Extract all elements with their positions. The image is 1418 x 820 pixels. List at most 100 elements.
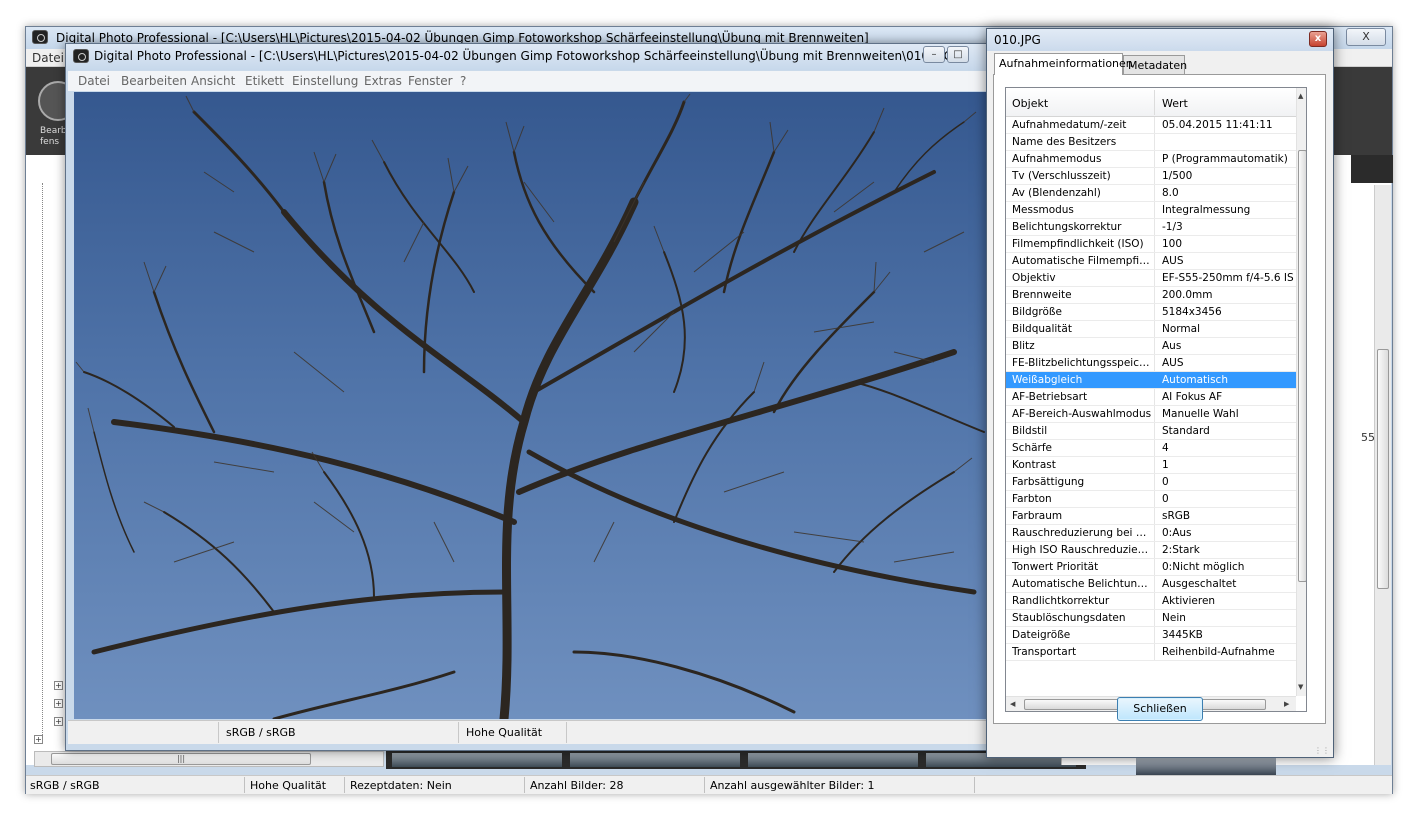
menu-fenster[interactable]: Fenster — [408, 74, 453, 88]
scroll-left-icon[interactable]: ◀ — [1010, 700, 1015, 708]
scroll-up-icon[interactable]: ▲ — [1298, 92, 1303, 100]
list-item[interactable]: Blitz Aus — [1006, 338, 1296, 355]
list-item-key: FE-Blitzbelichtungsspeicher... — [1012, 357, 1152, 369]
tree-expand-icon[interactable]: + — [54, 699, 63, 708]
list-item[interactable]: Randlichtkorrektur Aktivieren — [1006, 593, 1296, 610]
list-item-key: Messmodus — [1012, 204, 1074, 216]
scroll-down-icon[interactable]: ▼ — [1298, 683, 1303, 691]
right-toolbar — [1351, 155, 1393, 183]
list-item[interactable]: Bildgröße 5184x3456 — [1006, 304, 1296, 321]
list-item[interactable]: Objektiv EF-S55-250mm f/4-5.6 IS II — [1006, 270, 1296, 287]
menu-einstellung[interactable]: Einstellung — [292, 74, 358, 88]
thumbnail[interactable] — [748, 753, 918, 767]
main-close-button[interactable]: X — [1346, 28, 1386, 46]
dialog-title-bar[interactable]: 010.JPG x — [987, 29, 1333, 51]
close-button[interactable]: Schließen — [1117, 697, 1203, 721]
viewer-title-bar[interactable]: Digital Photo Professional - [C:\Users\H… — [66, 44, 994, 70]
column-header-objekt[interactable]: Objekt — [1012, 97, 1048, 110]
column-header-wert[interactable]: Wert — [1162, 97, 1188, 110]
list-item-value: 0:Nicht möglich — [1162, 561, 1245, 573]
list-item[interactable]: AF-Bereich-Auswahlmodus Manuelle Wahl — [1006, 406, 1296, 423]
tree-expand-icon[interactable]: + — [54, 717, 63, 726]
list-item[interactable]: Brennweite 200.0mm — [1006, 287, 1296, 304]
list-item[interactable]: Farbton 0 — [1006, 491, 1296, 508]
menu-etikett[interactable]: Etikett — [245, 74, 284, 88]
list-item-value: Nein — [1162, 612, 1186, 624]
list-item[interactable]: Aufnahmedatum/-zeit 05.04.2015 11:41:11 — [1006, 117, 1296, 134]
list-item[interactable]: Tonwert Priorität 0:Nicht möglich — [1006, 559, 1296, 576]
list-item[interactable]: Bildstil Standard — [1006, 423, 1296, 440]
tree-horizontal-scrollbar[interactable]: ||| — [34, 751, 384, 767]
scroll-thumb[interactable] — [1298, 150, 1306, 582]
menu-bearbeiten[interactable]: Bearbeiten — [121, 74, 187, 88]
list-item[interactable]: Av (Blendenzahl) 8.0 — [1006, 185, 1296, 202]
list-item[interactable]: Rauschreduzierung bei Lan... 0:Aus — [1006, 525, 1296, 542]
right-vertical-scrollbar[interactable] — [1374, 185, 1391, 765]
scroll-thumb[interactable]: ||| — [51, 753, 311, 765]
minimize-button[interactable]: – — [923, 46, 945, 63]
list-item-value: EF-S55-250mm f/4-5.6 IS II — [1162, 272, 1296, 284]
list-item-value: sRGB — [1162, 510, 1191, 522]
list-item[interactable]: Belichtungskorrektur -1/3 — [1006, 219, 1296, 236]
list-item-value: 1 — [1162, 459, 1169, 471]
list-item-value: 05.04.2015 11:41:11 — [1162, 119, 1273, 131]
list-item[interactable]: Schärfe 4 — [1006, 440, 1296, 457]
thumbnail[interactable] — [570, 753, 740, 767]
list-item-key: Belichtungskorrektur — [1012, 221, 1122, 233]
photo-view[interactable] — [74, 92, 988, 719]
list-item[interactable]: Messmodus Integralmessung — [1006, 202, 1296, 219]
tree-expand-icon[interactable]: + — [54, 681, 63, 690]
maximize-button[interactable]: □ — [947, 46, 969, 63]
menu-ansicht[interactable]: Ansicht — [191, 74, 235, 88]
list-vertical-scrollbar[interactable]: ▲ ▼ — [1296, 88, 1306, 696]
scroll-right-icon[interactable]: ▶ — [1284, 700, 1289, 708]
menu-datei[interactable]: Datei — [78, 74, 110, 88]
list-item[interactable]: AF-Betriebsart AI Fokus AF — [1006, 389, 1296, 406]
list-item-key: Aufnahmemodus — [1012, 153, 1102, 165]
list-item-key: Objektiv — [1012, 272, 1056, 284]
list-item-value: 2:Stark — [1162, 544, 1200, 556]
list-item[interactable]: Transportart Reihenbild-Aufnahme — [1006, 644, 1296, 661]
tab-aufnahmeinformationen[interactable]: Aufnahmeinformationen — [994, 53, 1133, 75]
status-recipe: Rezeptdaten: Nein — [350, 779, 452, 792]
thumbnail[interactable] — [1136, 755, 1276, 775]
list-item[interactable]: Filmempfindlichkeit (ISO) 100 — [1006, 236, 1296, 253]
close-icon[interactable]: x — [1309, 31, 1327, 47]
resize-grip-icon[interactable]: ⋮⋮ — [1314, 746, 1330, 755]
list-item-key: Name des Besitzers — [1012, 136, 1117, 148]
list-item[interactable]: Bildqualität Normal — [1006, 321, 1296, 338]
list-item-key: Automatische Belichtungso... — [1012, 578, 1152, 590]
list-item-key: Farbraum — [1012, 510, 1063, 522]
list-item[interactable]: Name des Besitzers — [1006, 134, 1296, 151]
list-item[interactable]: Staublöschungsdaten Nein — [1006, 610, 1296, 627]
list-item[interactable]: FE-Blitzbelichtungsspeicher... AUS — [1006, 355, 1296, 372]
list-item[interactable]: Farbraum sRGB — [1006, 508, 1296, 525]
menu-extras[interactable]: Extras — [364, 74, 402, 88]
status-selected-count: Anzahl ausgewählter Bilder: 1 — [710, 779, 875, 792]
list-item-key: Farbton — [1012, 493, 1052, 505]
list-item-key: Transportart — [1012, 646, 1077, 658]
list-item[interactable]: Farbsättigung 0 — [1006, 474, 1296, 491]
menu-help[interactable]: ? — [460, 74, 466, 88]
side-value: 55 — [1361, 431, 1375, 444]
list-item-key: AF-Bereich-Auswahlmodus — [1012, 408, 1152, 420]
tree-expand-icon[interactable]: + — [34, 735, 43, 744]
thumbnail[interactable] — [392, 753, 562, 767]
list-item[interactable]: High ISO Rauschreduzierung 2:Stark — [1006, 542, 1296, 559]
list-item-key: Staublöschungsdaten — [1012, 612, 1126, 624]
status-image-count: Anzahl Bilder: 28 — [530, 779, 624, 792]
list-item[interactable]: Aufnahmemodus P (Programmautomatik) — [1006, 151, 1296, 168]
list-item[interactable]: Kontrast 1 — [1006, 457, 1296, 474]
scroll-thumb[interactable] — [1377, 349, 1389, 589]
shooting-info-dialog: 010.JPG x Aufnahmeinformationen Metadate… — [986, 28, 1334, 758]
list-item[interactable]: Automatische Belichtungso... Ausgeschalte… — [1006, 576, 1296, 593]
list-item-key: Brennweite — [1012, 289, 1072, 301]
main-menu-datei[interactable]: Datei — [32, 51, 64, 65]
list-item-value: Standard — [1162, 425, 1210, 437]
list-item[interactable]: Automatische Filmempfindli... AUS — [1006, 253, 1296, 270]
list-item-value: 5184x3456 — [1162, 306, 1222, 318]
list-item-key: Weißabgleich — [1012, 374, 1083, 386]
list-item[interactable]: Tv (Verschlusszeit) 1/500 — [1006, 168, 1296, 185]
list-item[interactable]: Weißabgleich Automatisch — [1006, 372, 1296, 389]
list-item[interactable]: Dateigröße 3445KB — [1006, 627, 1296, 644]
